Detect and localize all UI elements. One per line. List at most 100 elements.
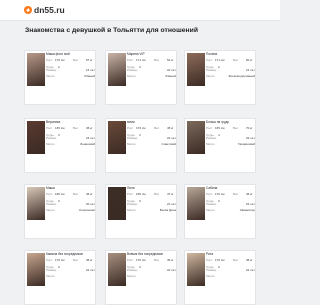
profile-card[interactable]: юлия Рост 170 см Вес 45 кг Грудь 3 Размер 22 лет…: [105, 118, 177, 173]
weight-label: Вес: [73, 125, 79, 130]
flame-logo-icon: [24, 6, 32, 14]
size-label: Размер: [127, 267, 138, 272]
profile-card[interactable]: Вероника Рост 165 см Вес 45 кг Грудь 3 Размер 24…: [24, 118, 96, 173]
size-value: 22 лет: [167, 67, 176, 72]
height-value: 170 см: [55, 57, 65, 62]
bust-value: 3: [58, 198, 60, 203]
profile-photo[interactable]: [108, 187, 126, 220]
height-value: 170 см: [215, 257, 225, 262]
weight-label: Вес: [233, 191, 239, 196]
bust-value: 3: [139, 198, 141, 203]
profile-card[interactable]: Марина VIP Рост 171 см Вес 54 кг Грудь 3 Размер…: [105, 50, 177, 105]
weight-value: 70 кг: [246, 125, 253, 130]
profile-info: Сабина Рост 170 см Вес 45 кг Грудь 3 Размер 22 л…: [206, 186, 255, 215]
profile-photo[interactable]: [187, 253, 205, 286]
metro-label: Метро: [206, 273, 215, 278]
size-label: Размер: [206, 267, 217, 272]
profile-photo[interactable]: [187, 53, 205, 86]
size-label: Размер: [127, 67, 138, 72]
profile-card[interactable]: Лиля Рост 165 см Вес 47 кг Грудь 3 Размер 21 лет…: [105, 184, 177, 239]
profile-photo[interactable]: [187, 121, 205, 154]
height-label: Рост: [206, 191, 213, 196]
metro-label: Метро: [206, 207, 215, 212]
size-label: Размер: [206, 135, 217, 140]
weight-value: 57 кг: [86, 57, 93, 62]
profile-card[interactable]: Маша фото мой Рост 170 см Вес 57 кг Грудь 2 Раз…: [24, 50, 96, 105]
profile-card[interactable]: Вовчик без посредников Рост 170 см Вес 45 кг…: [105, 250, 177, 305]
height-label: Рост: [206, 257, 213, 262]
bust-value: 2: [58, 64, 60, 69]
weight-value: 47 кг: [167, 191, 174, 196]
metro-label: Метро: [46, 273, 55, 278]
weight-label: Вес: [154, 257, 160, 262]
height-label: Рост: [206, 57, 213, 62]
size-label: Размер: [46, 267, 57, 272]
height-label: Рост: [46, 57, 53, 62]
height-label: Рост: [46, 257, 53, 262]
profile-photo[interactable]: [108, 53, 126, 86]
height-label: Рост: [46, 191, 53, 196]
profile-card[interactable]: Больш ня грудь Рост 165 см Вес 70 кг Грудь 4 Ра…: [184, 118, 256, 173]
profile-photo[interactable]: [108, 121, 126, 154]
profile-photo[interactable]: [187, 187, 205, 220]
weight-value: 45 кг: [246, 257, 253, 262]
metro-label: Метро: [206, 141, 215, 146]
profile-card[interactable]: Камила без посредников Рост 170 см Вес 45 кг…: [24, 250, 96, 305]
profile-photo[interactable]: [108, 253, 126, 286]
metro-label: Метро: [127, 141, 136, 146]
bust-value: 3: [218, 198, 220, 203]
metro-value: Южный: [84, 73, 95, 78]
profile-card[interactable]: Маша Рост 165 см Вес 45 кг Грудь 3 Размер 20 лет…: [24, 184, 96, 239]
weight-value: 45 кг: [86, 257, 93, 262]
size-label: Размер: [206, 67, 217, 72]
weight-label: Вес: [154, 125, 160, 130]
height-value: 170 см: [136, 257, 146, 262]
height-label: Рост: [46, 125, 53, 130]
weight-value: 45 кг: [86, 125, 93, 130]
top-bar: dn55.ru: [0, 0, 280, 21]
size-value: 22 лет: [246, 267, 255, 272]
site-logo[interactable]: dn55.ru: [24, 5, 65, 15]
size-value: 21 лет: [246, 67, 255, 72]
profile-info: Маша Рост 165 см Вес 45 кг Грудь 3 Размер 20 лет…: [46, 186, 95, 215]
profile-card[interactable]: Сабина Рост 170 см Вес 45 кг Грудь 3 Размер 22 л…: [184, 184, 256, 239]
profile-info: Вероника Рост 165 см Вес 45 кг Грудь 3 Размер 24…: [46, 120, 95, 149]
metro-label: Метро: [206, 73, 215, 78]
height-value: 165 см: [55, 125, 65, 130]
profile-info: юлия Рост 170 см Вес 45 кг Грудь 3 Размер 22 лет…: [127, 120, 176, 149]
metro-value: Ленинский: [80, 141, 95, 146]
profile-info: Полина Рост 171 см Вес 60 кг Грудь 2 Размер 21 л…: [206, 52, 255, 81]
weight-label: Вес: [154, 57, 160, 62]
size-label: Размер: [127, 135, 138, 140]
metro-label: Метро: [127, 273, 136, 278]
profile-info: Маша фото мой Рост 170 см Вес 57 кг Грудь 2 Раз…: [46, 52, 95, 81]
site-logo-text: dn55.ru: [34, 5, 65, 15]
profile-photo[interactable]: [27, 253, 45, 286]
bust-value: 3: [58, 264, 60, 269]
height-value: 170 см: [215, 191, 225, 196]
weight-value: 45 кг: [167, 257, 174, 262]
bust-value: 3: [139, 132, 141, 137]
weight-label: Вес: [73, 257, 79, 262]
height-value: 170 см: [136, 125, 146, 130]
metro-value: Белая Дача: [159, 207, 176, 212]
profile-photo[interactable]: [27, 53, 45, 86]
profile-photo[interactable]: [27, 187, 45, 220]
metro-value: Южный: [165, 73, 176, 78]
weight-value: 45 кг: [86, 191, 93, 196]
bust-value: 3: [139, 264, 141, 269]
size-value: 22 лет: [167, 135, 176, 140]
height-value: 171 см: [215, 57, 225, 62]
profile-info: Рита Рост 170 см Вес 45 кг Грудь 3 Размер 22 лет…: [206, 252, 255, 281]
profile-info: Марина VIP Рост 171 см Вес 54 кг Грудь 3 Размер…: [127, 52, 176, 81]
profile-photo[interactable]: [27, 121, 45, 154]
size-label: Размер: [206, 201, 217, 206]
profile-card[interactable]: Рита Рост 170 см Вес 45 кг Грудь 3 Размер 22 лет…: [184, 250, 256, 305]
weight-value: 54 кг: [167, 57, 174, 62]
profile-card[interactable]: Полина Рост 171 см Вес 60 кг Грудь 2 Размер 21 л…: [184, 50, 256, 105]
height-label: Рост: [127, 125, 134, 130]
weight-value: 45 кг: [246, 191, 253, 196]
height-value: 165 см: [215, 125, 225, 130]
metro-label: Метро: [46, 141, 55, 146]
size-value: 22 лет: [167, 267, 176, 272]
